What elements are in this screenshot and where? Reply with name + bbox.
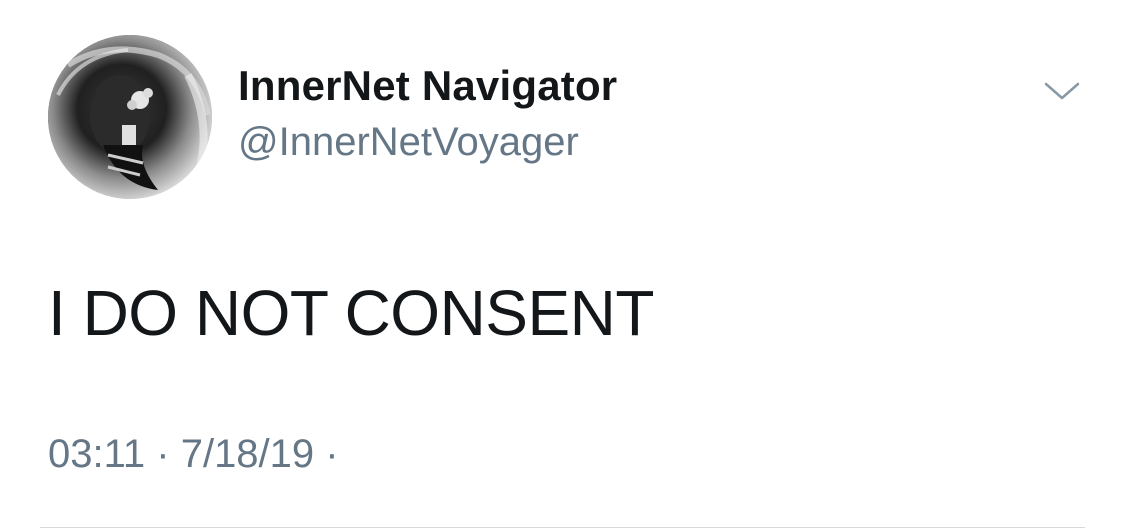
- chevron-down-icon[interactable]: [1042, 76, 1082, 106]
- meta-separator: ·: [156, 432, 181, 476]
- avatar[interactable]: [48, 35, 212, 199]
- divider: [40, 527, 1085, 528]
- user-handle[interactable]: @InnerNetVoyager: [238, 120, 579, 165]
- tweet-time[interactable]: 03:11: [48, 432, 145, 476]
- display-name[interactable]: InnerNet Navigator: [238, 62, 617, 110]
- meta-separator-trailing: ·: [325, 432, 339, 476]
- tweet-date[interactable]: 7/18/19: [181, 432, 314, 476]
- avatar-image: [48, 35, 212, 199]
- tweet-meta: 03:11 · 7/18/19 ·: [48, 432, 339, 477]
- tweet-card: InnerNet Navigator @InnerNetVoyager I DO…: [0, 0, 1125, 531]
- tweet-text: I DO NOT CONSENT: [48, 277, 654, 349]
